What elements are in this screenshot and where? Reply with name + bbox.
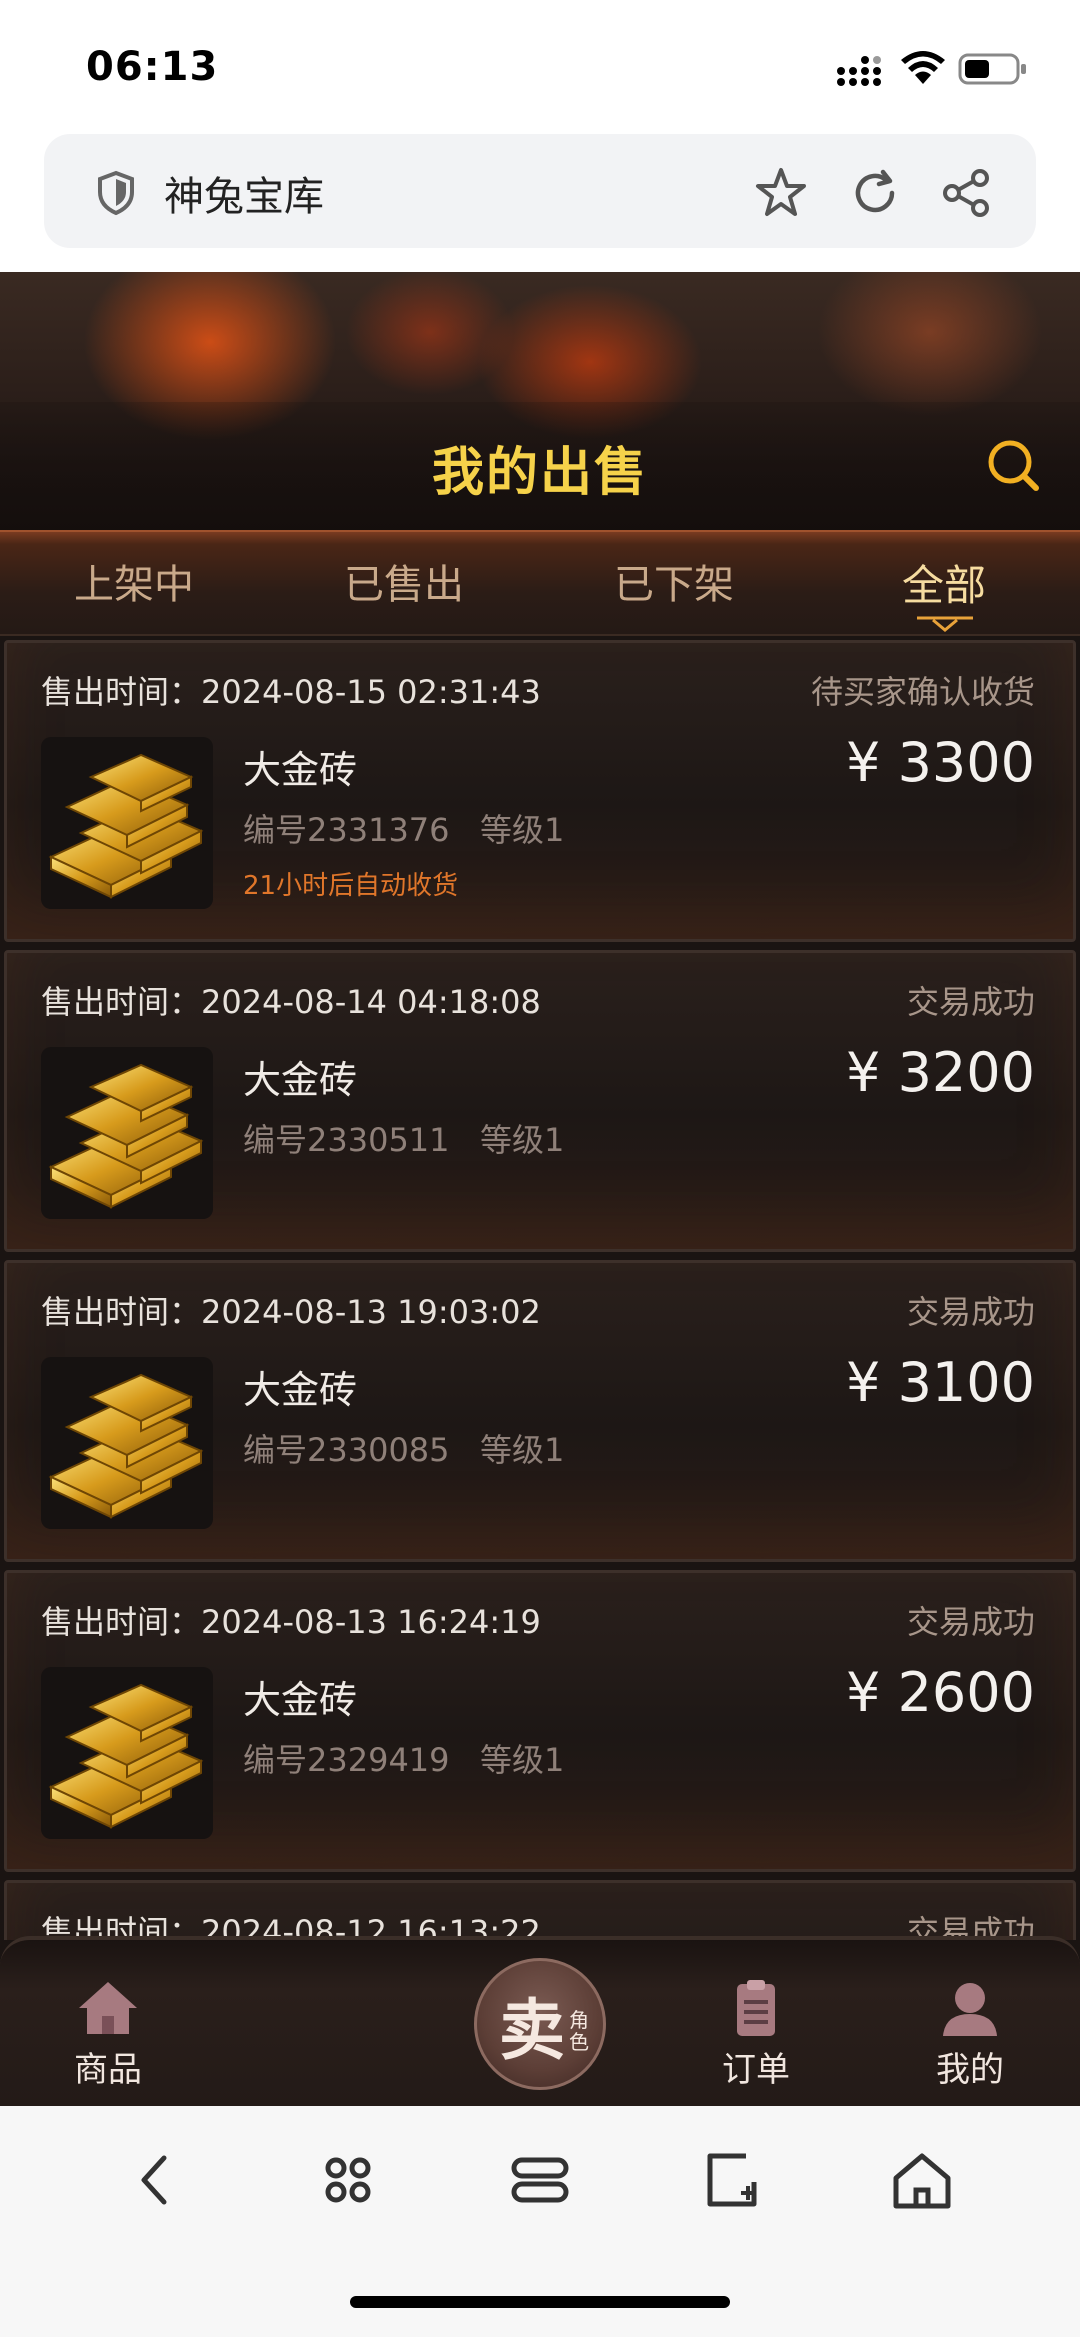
wifi-icon [901,51,945,84]
product-meta: 编号2330511 等级1 [243,1115,564,1161]
tabs-icon[interactable] [508,2148,572,2212]
site-title: 神兔宝库 [164,174,324,220]
battery-icon [958,53,1026,85]
product-id: 编号2330085 [243,1431,450,1469]
sold-time-value: 2024-08-14 04:18:08 [201,983,541,1021]
bookmark-star-icon[interactable] [754,166,808,220]
nav-mine[interactable]: 我的 [900,1978,1040,2091]
tab-on-sale[interactable]: 上架中 [34,552,234,610]
new-tab-icon[interactable] [700,2148,764,2212]
order-card[interactable]: 售出时间：2024-08-13 16:24:19 交易成功 大金砖 编号2329… [4,1570,1076,1872]
sell-label: 卖 [499,1992,565,2069]
order-price: ¥ 3100 [846,1351,1035,1414]
cellular-signal-icon [837,56,881,86]
page-title: 我的出售 [431,443,648,503]
sold-time: 售出时间：2024-08-14 04:18:08 [41,977,541,1023]
sold-time-value: 2024-08-13 16:24:19 [201,1603,541,1641]
sold-time-label: 售出时间： [41,1293,202,1331]
order-list: 售出时间：2024-08-15 02:31:43 待买家确认收货 大金砖 编号2… [0,640,1080,1940]
nav-orders[interactable]: 订单 [686,1978,826,2091]
order-price: ¥ 2600 [846,1661,1035,1724]
sold-time: 售出时间：2024-08-15 02:31:43 [41,667,541,713]
home-page-icon[interactable] [890,2148,954,2212]
product-name: 大金砖 [243,1368,358,1412]
product-id: 编号2329419 [243,1741,450,1779]
clipboard-icon [737,1980,775,2036]
header-banner: 我的出售 [0,272,1080,530]
product-name: 大金砖 [243,1678,358,1722]
sold-time-label: 售出时间： [41,1603,202,1641]
gold-bars-image [41,737,213,909]
browser-address-bar: 神兔宝库 [0,130,1080,272]
product-level: 等级1 [480,1121,565,1159]
browser-toolbar [0,2106,1080,2337]
menu-apps-icon[interactable] [316,2148,380,2212]
sell-sub-label: 角色 [569,2008,589,2054]
nav-orders-label: 订单 [722,2050,790,2090]
gold-bars-image [41,1047,213,1219]
status-tabs: 上架中 已售出 已下架 全部 [0,530,1080,636]
reload-icon[interactable] [850,168,900,218]
order-status: 交易成功 [906,1293,1035,1331]
tab-delisted[interactable]: 已下架 [574,552,774,610]
active-tab-indicator [917,616,973,632]
home-icon [79,1982,137,2034]
sold-time: 售出时间：2024-08-13 16:24:19 [41,1597,541,1643]
order-status: 待买家确认收货 [810,673,1035,711]
sold-time-value: 2024-08-15 02:31:43 [201,673,541,711]
status-bar: 06:13 [0,0,1080,130]
product-meta: 编号2330085 等级1 [243,1425,564,1471]
gold-bars-image [41,1667,213,1839]
product-meta: 编号2331376 等级1 [243,805,564,851]
product-name: 大金砖 [243,1058,358,1102]
tab-all[interactable]: 全部 [844,552,1044,613]
order-price: ¥ 3300 [846,731,1035,794]
share-icon[interactable] [942,168,992,218]
sold-time: 售出时间：2024-08-13 19:03:02 [41,1287,541,1333]
gold-bars-image [41,1357,213,1529]
sold-time-label: 售出时间： [41,983,202,1021]
product-meta: 编号2329419 等级1 [243,1735,564,1781]
order-card[interactable]: 售出时间：2024-08-15 02:31:43 待买家确认收货 大金砖 编号2… [4,640,1076,942]
product-id: 编号2331376 [243,811,450,849]
order-status: 交易成功 [906,1603,1035,1641]
sell-role-button[interactable]: 卖 角色 [474,1958,606,2090]
auto-receive-note: 21小时后自动收货 [243,871,459,901]
url-field[interactable]: 神兔宝库 [44,134,1036,248]
nav-goods-label: 商品 [74,2050,142,2090]
product-level: 等级1 [480,1431,565,1469]
order-card[interactable]: 售出时间：2024-08-13 19:03:02 交易成功 大金砖 编号2330… [4,1260,1076,1562]
order-price: ¥ 3200 [846,1041,1035,1104]
product-name: 大金砖 [243,748,358,792]
sold-time-value: 2024-08-13 19:03:02 [201,1293,541,1331]
sold-time-label: 售出时间： [41,673,202,711]
clock: 06:13 [86,44,219,90]
order-card[interactable]: 售出时间：2024-08-14 04:18:08 交易成功 大金砖 编号2330… [4,950,1076,1252]
home-indicator [350,2296,730,2308]
search-icon[interactable] [985,437,1041,493]
back-icon[interactable] [124,2148,188,2212]
product-level: 等级1 [480,1741,565,1779]
app-bottom-nav: 商品 卖 角色 订单 我的 [0,1936,1080,2106]
nav-mine-label: 我的 [936,2050,1004,2090]
user-icon [943,1983,997,2036]
order-status: 交易成功 [906,983,1035,1021]
tab-sold[interactable]: 已售出 [304,552,504,610]
shield-icon [98,170,134,216]
product-level: 等级1 [480,811,565,849]
product-id: 编号2330511 [243,1121,450,1159]
nav-goods[interactable]: 商品 [38,1978,178,2091]
order-card[interactable]: 售出时间：2024-08-12 16:13:22 交易成功 [4,1880,1076,1940]
